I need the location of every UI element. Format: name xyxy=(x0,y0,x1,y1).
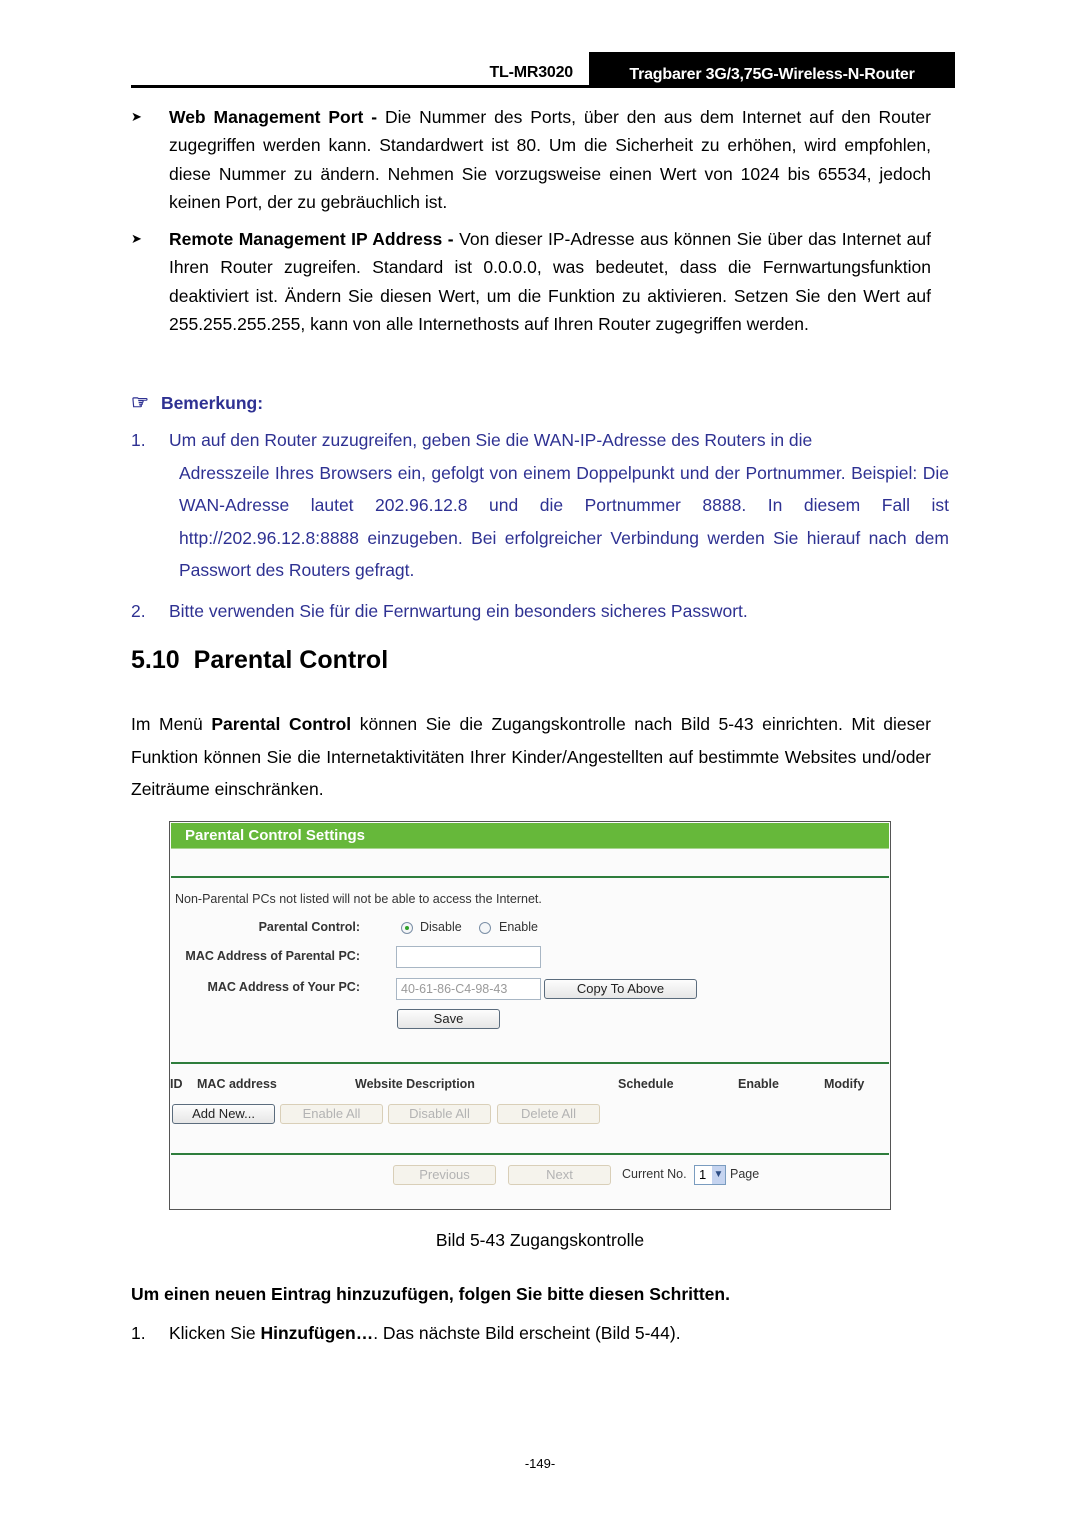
chevron-down-icon[interactable]: ▼ xyxy=(712,1166,725,1184)
mac-your-pc-input[interactable] xyxy=(396,978,541,1000)
mac-your-pc-label: MAC Address of Your PC: xyxy=(207,980,360,994)
note-item-text: Um auf den Router zuzugreifen, geben Sie… xyxy=(169,430,813,450)
intro-menu-name: Parental Control xyxy=(211,714,352,734)
copy-to-above-button[interactable]: Copy To Above xyxy=(544,979,697,999)
column-id: ID xyxy=(170,1077,183,1091)
delete-all-button[interactable]: Delete All xyxy=(497,1104,600,1124)
divider xyxy=(171,1153,889,1155)
section-number: 5.10 xyxy=(131,646,180,674)
divider xyxy=(171,848,889,849)
note-item-number: 1. xyxy=(131,430,146,450)
note-item-text-continued: Adresszeile Ihres Browsers ein, gefolgt … xyxy=(179,462,949,581)
arrow-bullet-icon: ➤ xyxy=(131,109,142,124)
radio-disable[interactable] xyxy=(401,922,413,934)
step-number: 1. xyxy=(131,1323,146,1343)
parental-control-label: Parental Control: xyxy=(258,920,360,934)
pointing-hand-icon: ☞ xyxy=(131,392,149,414)
column-enable: Enable xyxy=(738,1077,779,1091)
bullet-web-management-port: ➤ Web Management Port - Die Nummer des P… xyxy=(131,103,931,216)
radio-disable-label[interactable]: Disable xyxy=(420,920,462,934)
note-title-text: Bemerkung: xyxy=(160,393,264,413)
panel-title: Parental Control Settings xyxy=(171,823,889,848)
section-title: Parental Control xyxy=(193,646,389,674)
column-schedule: Schedule xyxy=(618,1077,674,1091)
arrow-bullet-icon: ➤ xyxy=(131,231,142,246)
current-no-label: Current No. xyxy=(622,1167,687,1181)
section-intro: Im Menü Parental Control können Sie die … xyxy=(131,708,931,806)
product-title: Tragbarer 3G/3,75G-Wireless-N-Router xyxy=(589,52,955,88)
mac-parental-label: MAC Address of Parental PC: xyxy=(185,949,360,963)
note-title: ☞ Bemerkung: xyxy=(131,390,263,415)
step-action: Hinzufügen… xyxy=(260,1323,374,1343)
disable-all-button[interactable]: Disable All xyxy=(388,1104,491,1124)
previous-button[interactable]: Previous xyxy=(393,1165,496,1185)
parental-control-settings-panel: Parental Control Settings Non-Parental P… xyxy=(169,821,891,1210)
notice-text: Non-Parental PCs not listed will not be … xyxy=(175,892,542,906)
page-header: TL-MR3020 Tragbarer 3G/3,75G-Wireless-N-… xyxy=(131,52,955,88)
section-heading: 5.10 Parental Control xyxy=(131,646,388,675)
bullet-remote-management-ip: ➤ Remote Management IP Address - Von die… xyxy=(131,225,931,338)
bullet-term: Web Management Port - xyxy=(169,107,378,127)
bullet-term: Remote Management IP Address - xyxy=(169,229,454,249)
mac-parental-input[interactable] xyxy=(396,946,541,968)
note-item: 1. Um auf den Router zuzugreifen, geben … xyxy=(131,424,949,587)
model-name: TL-MR3020 xyxy=(489,64,573,81)
page-select[interactable]: 1 ▼ xyxy=(694,1165,726,1185)
save-button[interactable]: Save xyxy=(397,1009,500,1029)
figure-caption: Bild 5-43 Zugangskontrolle xyxy=(435,1230,645,1250)
radio-enable[interactable] xyxy=(479,922,491,934)
next-button[interactable]: Next xyxy=(508,1165,611,1185)
divider xyxy=(171,1062,889,1064)
enable-all-button[interactable]: Enable All xyxy=(280,1104,383,1124)
radio-enable-label[interactable]: Enable xyxy=(499,920,538,934)
header-rule xyxy=(131,85,955,88)
add-new-button[interactable]: Add New... xyxy=(172,1104,275,1124)
note-item-number: 2. xyxy=(131,601,146,621)
column-website-description: Website Description xyxy=(355,1077,475,1091)
step-item: 1. Klicken Sie Hinzufügen…. Das nächste … xyxy=(131,1323,681,1344)
page-select-value: 1 xyxy=(699,1167,707,1182)
column-mac-address: MAC address xyxy=(197,1077,277,1091)
steps-heading: Um einen neuen Eintrag hinzuzufügen, fol… xyxy=(131,1284,730,1304)
note-item: 2. Bitte verwenden Sie für die Fernwartu… xyxy=(131,595,949,628)
column-modify: Modify xyxy=(824,1077,865,1091)
step-text: . Das nächste Bild erscheint (Bild 5-44)… xyxy=(373,1323,681,1343)
intro-text: Im Menü xyxy=(131,714,212,734)
note-item-text: Bitte verwenden Sie für die Fernwartung … xyxy=(169,601,748,621)
page-label: Page xyxy=(730,1167,760,1181)
divider xyxy=(171,876,889,878)
step-text: Klicken Sie xyxy=(169,1323,261,1343)
page-number: -149- xyxy=(524,1456,556,1471)
